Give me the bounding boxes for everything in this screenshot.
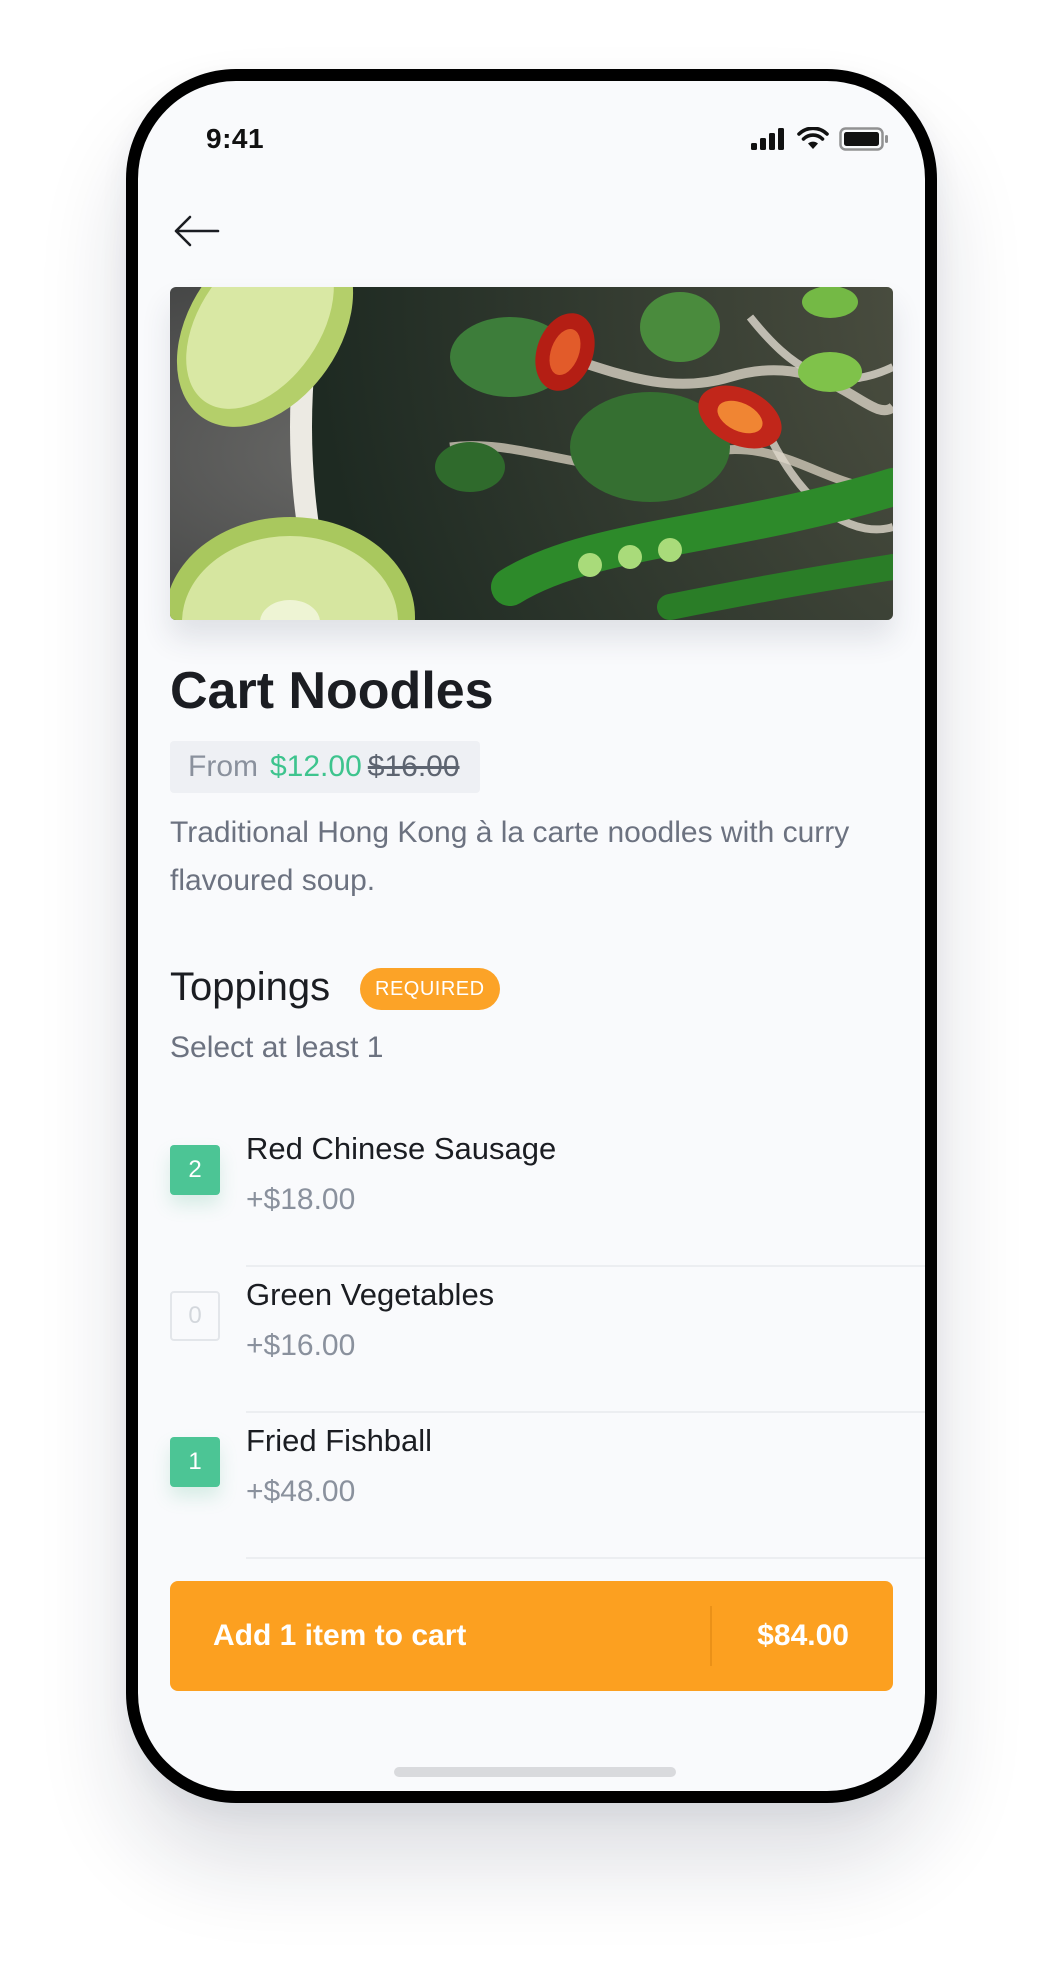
toppings-subtitle: Select at least 1	[170, 1031, 384, 1064]
status-icons	[751, 127, 889, 151]
cart-button-label: Add 1 item to cart	[213, 1619, 467, 1652]
price-chip: From $12.00 $16.00	[170, 741, 480, 793]
phone-frame: 9:41 Cart Noodles From $12.00 $16.00 Tra…	[126, 69, 937, 1803]
price-original: $16.00	[367, 750, 460, 783]
home-indicator[interactable]	[394, 1767, 676, 1777]
toppings-title: Toppings	[170, 965, 331, 1009]
topping-item[interactable]: 0 Green Vegetables +$16.00	[170, 1267, 925, 1413]
topping-item[interactable]: 1 Fried Fishball +$48.00	[170, 1413, 925, 1559]
topping-list: 2 Red Chinese Sausage +$18.00 0 Green Ve…	[170, 1121, 925, 1559]
quantity-stepper[interactable]: 2	[170, 1145, 220, 1195]
topping-price: +$48.00	[246, 1475, 356, 1508]
battery-icon	[839, 127, 888, 151]
price-current: $12.00	[270, 750, 362, 783]
quantity-stepper[interactable]: 1	[170, 1437, 220, 1487]
topping-name: Green Vegetables	[246, 1277, 495, 1312]
product-description: Traditional Hong Kong à la carte noodles…	[170, 816, 850, 897]
stage: 9:41 Cart Noodles From $12.00 $16.00 Tra…	[0, 0, 1062, 1982]
topping-item[interactable]: 2 Red Chinese Sausage +$18.00	[170, 1121, 925, 1267]
noodle-bowl-photo	[170, 287, 893, 620]
status-time: 9:41	[206, 123, 265, 154]
divider	[246, 1557, 925, 1559]
back-button[interactable]	[166, 201, 226, 261]
arrow-left-icon	[174, 215, 220, 247]
screen: 9:41 Cart Noodles From $12.00 $16.00 Tra…	[138, 81, 925, 1791]
topping-name: Fried Fishball	[246, 1423, 433, 1458]
wifi-icon	[797, 127, 829, 149]
topping-price: +$18.00	[246, 1183, 356, 1216]
product-title: Cart Noodles	[170, 662, 494, 720]
price-from-label: From	[188, 750, 258, 783]
required-badge: REQUIRED	[360, 968, 500, 1010]
add-to-cart-button[interactable]: Add 1 item to cart $84.00	[170, 1581, 893, 1691]
product-image	[170, 287, 893, 620]
quantity-stepper[interactable]: 0	[170, 1291, 220, 1341]
topping-name: Red Chinese Sausage	[246, 1131, 557, 1166]
topping-price: +$16.00	[246, 1329, 356, 1362]
cart-total: $84.00	[757, 1619, 849, 1652]
cellular-signal-icon	[751, 128, 784, 150]
